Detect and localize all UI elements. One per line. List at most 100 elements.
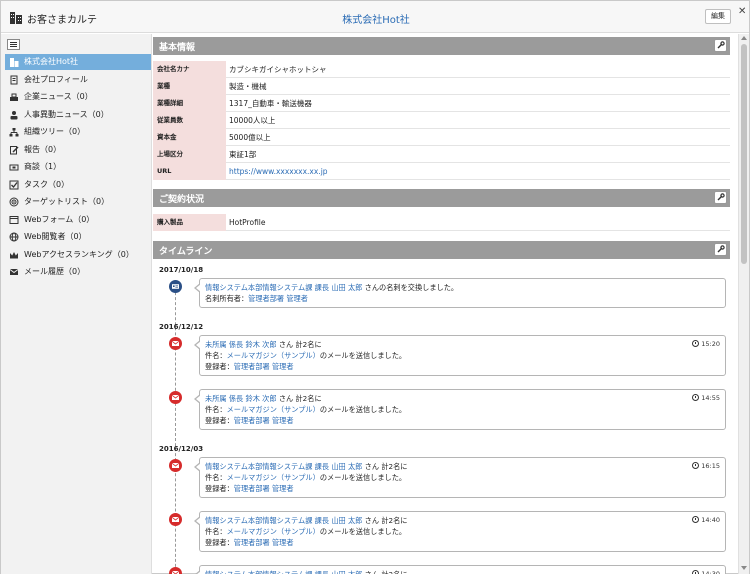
- sidebar-item-1[interactable]: 会社プロフィール: [5, 72, 151, 88]
- edit-button[interactable]: 編集: [705, 9, 731, 24]
- timeline-entry-line: 登録者：管理者部署 管理者: [205, 483, 720, 494]
- timeline-link[interactable]: 管理者部署 管理者: [234, 416, 294, 425]
- timeline-text: さん 計2名に: [362, 516, 408, 525]
- timeline-text: のメールを送信しました。: [319, 527, 407, 536]
- timeline-text: 登録者：: [205, 484, 234, 493]
- timeline-time-value: 15:20: [701, 340, 720, 348]
- timeline-time: 16:15: [692, 461, 720, 472]
- main-content: 基本情報 会社名カナ カブシキガイシャホットシャ 業種 製造・機械 業種詳細 1317_自動…: [153, 34, 737, 574]
- timeline-date: 2016/12/12: [159, 323, 204, 331]
- timeline-text: のメールを送信しました。: [319, 473, 407, 482]
- sidebar-item-label: 会社プロフィール: [24, 74, 88, 84]
- timeline-link[interactable]: 管理者部署 管理者: [234, 538, 294, 547]
- timeline-link[interactable]: 未所属 係長 鈴木 次郎: [205, 394, 277, 403]
- contract-wrench-icon[interactable]: [714, 191, 727, 204]
- web-viewer-icon: [9, 232, 19, 242]
- report-icon: [10, 145, 19, 154]
- basic-info-row: 上場区分 東証1部: [153, 146, 730, 163]
- timeline-link[interactable]: 情報システム本部情報システム課 課長 山田 太郎: [205, 516, 362, 525]
- basic-info-row: 従業員数 10000人以上: [153, 112, 730, 129]
- sidebar-item-8[interactable]: ターゲットリスト（0）: [5, 194, 151, 210]
- customer-chart-window: お客さまカルテ 株式会社Hot社 編集 ✕ 株式会社Hot社 会社プロフィール 企業…: [0, 0, 750, 574]
- vertical-scrollbar[interactable]: [738, 34, 749, 574]
- timeline-link[interactable]: 管理者部署 管理者: [234, 362, 294, 371]
- timeline-wrench-icon[interactable]: [714, 243, 727, 256]
- timeline-time-value: 14:55: [701, 394, 720, 402]
- timeline-entry-line: 名刺所有者：管理者部署 管理者: [205, 293, 720, 304]
- contract-header: ご契約状況: [153, 189, 730, 207]
- timeline-entry-line: 件名：メールマガジン（サンプル）のメールを送信しました。: [205, 350, 720, 361]
- sidebar-item-label: 報告（0）: [24, 144, 62, 154]
- building-icon: [10, 58, 19, 67]
- target-icon: [9, 197, 19, 207]
- basic-info-value: 1317_自動車・輸送機器: [229, 99, 312, 108]
- timeline-link[interactable]: 管理者部署 管理者: [248, 294, 308, 303]
- timeline-text: さん 計2名に: [362, 570, 408, 574]
- timeline-time-value: 16:15: [701, 462, 720, 470]
- envelope-icon: [169, 459, 182, 472]
- sidebar-item-12[interactable]: メール履歴（0）: [5, 264, 151, 280]
- timeline-time: 14:30: [692, 569, 720, 574]
- scroll-up-arrow-icon[interactable]: [741, 36, 747, 40]
- timeline-entry-line: 情報システム本部情報システム課 課長 山田 太郎 さんの名刺を交換しました。: [205, 282, 720, 293]
- sidebar-item-10[interactable]: Web閲覧者（0）: [5, 229, 151, 245]
- basic-info-header: 基本情報: [153, 37, 730, 55]
- timeline-entry-line: 件名：メールマガジン（サンプル）のメールを送信しました。: [205, 526, 720, 537]
- timeline-link[interactable]: メールマガジン（サンプル）: [227, 527, 320, 536]
- timeline-entry-line: 情報システム本部情報システム課 課長 山田 太郎 さん 計2名に: [205, 515, 720, 526]
- timeline-entry-line: 登録者：管理者部署 管理者: [205, 415, 720, 426]
- scrollbar-thumb[interactable]: [741, 44, 747, 264]
- sidebar-item-3[interactable]: 人事異動ニュース（0）: [5, 107, 151, 123]
- basic-info-value: 10000人以上: [229, 116, 276, 125]
- sidebar-item-6[interactable]: 商談（1）: [5, 159, 151, 175]
- sidebar-item-2[interactable]: 企業ニュース（0）: [5, 89, 151, 105]
- timeline-time: 14:55: [692, 393, 720, 404]
- timeline-link[interactable]: メールマガジン（サンプル）: [227, 351, 320, 360]
- timeline-text: 件名：: [205, 473, 227, 482]
- basic-info-label: 従業員数: [153, 112, 226, 129]
- deal-icon: [9, 164, 19, 171]
- sidebar-item-0[interactable]: 株式会社Hot社: [5, 54, 151, 70]
- basic-info-label: 資本金: [153, 129, 226, 146]
- timeline-entry: 情報システム本部情報システム課 課長 山田 太郎 さんの名刺を交換しました。 名刺…: [194, 278, 726, 308]
- timeline-time-value: 14:30: [701, 570, 720, 574]
- scroll-down-arrow-icon[interactable]: [741, 566, 747, 570]
- timeline-time: 14:40: [692, 515, 720, 526]
- timeline-text: さん 計2名に: [276, 394, 322, 403]
- timeline-link[interactable]: 管理者部署 管理者: [234, 484, 294, 493]
- timeline-text: 登録者：: [205, 362, 234, 371]
- basic-info-value: 東証1部: [229, 150, 257, 159]
- timeline-time-value: 14:40: [701, 516, 720, 524]
- menu-toggle-icon[interactable]: [7, 39, 20, 50]
- mail-icon: [9, 269, 19, 275]
- title-bar: お客さまカルテ 株式会社Hot社 編集 ✕: [1, 1, 749, 33]
- basic-info-row: 会社名カナ カブシキガイシャホットシャ: [153, 61, 730, 78]
- timeline-date: 2016/12/03: [159, 445, 204, 453]
- envelope-icon: [169, 567, 182, 574]
- timeline-link[interactable]: 情報システム本部情報システム課 課長 山田 太郎: [205, 462, 362, 471]
- basic-info-value[interactable]: https://www.xxxxxxx.xx.jp: [229, 163, 328, 180]
- timeline-link[interactable]: メールマガジン（サンプル）: [227, 473, 320, 482]
- close-icon[interactable]: ✕: [738, 7, 748, 17]
- timeline-link[interactable]: 情報システム本部情報システム課 課長 山田 太郎: [205, 283, 362, 292]
- clock-icon: [692, 570, 700, 574]
- sidebar-item-9[interactable]: Webフォーム（0）: [5, 212, 151, 228]
- timeline-link[interactable]: メールマガジン（サンプル）: [227, 405, 320, 414]
- sidebar-item-11[interactable]: Webアクセスランキング（0）: [5, 247, 151, 263]
- sidebar-item-5[interactable]: 報告（0）: [5, 142, 151, 158]
- timeline-link[interactable]: 情報システム本部情報システム課 課長 山田 太郎: [205, 570, 362, 574]
- timeline-link[interactable]: 未所属 係長 鈴木 次郎: [205, 340, 277, 349]
- basic-info-value: 5000億以上: [229, 133, 271, 142]
- sidebar-item-label: 企業ニュース（0）: [24, 92, 93, 101]
- sidebar-item-label: Webアクセスランキング（0）: [24, 249, 134, 259]
- sidebar-item-7[interactable]: タスク（0）: [5, 177, 151, 193]
- clock-icon: [692, 516, 700, 523]
- basic-info-label: 業種詳細: [153, 95, 226, 112]
- timeline-header: タイムライン: [153, 241, 730, 259]
- envelope-icon: [169, 391, 182, 404]
- basic-info-label: 会社名カナ: [153, 61, 226, 78]
- basic-info-wrench-icon[interactable]: [714, 39, 727, 52]
- timeline-text: 件名：: [205, 527, 227, 536]
- sidebar-item-label: 株式会社Hot社: [24, 57, 79, 66]
- sidebar-item-4[interactable]: 組織ツリー（0）: [5, 124, 151, 140]
